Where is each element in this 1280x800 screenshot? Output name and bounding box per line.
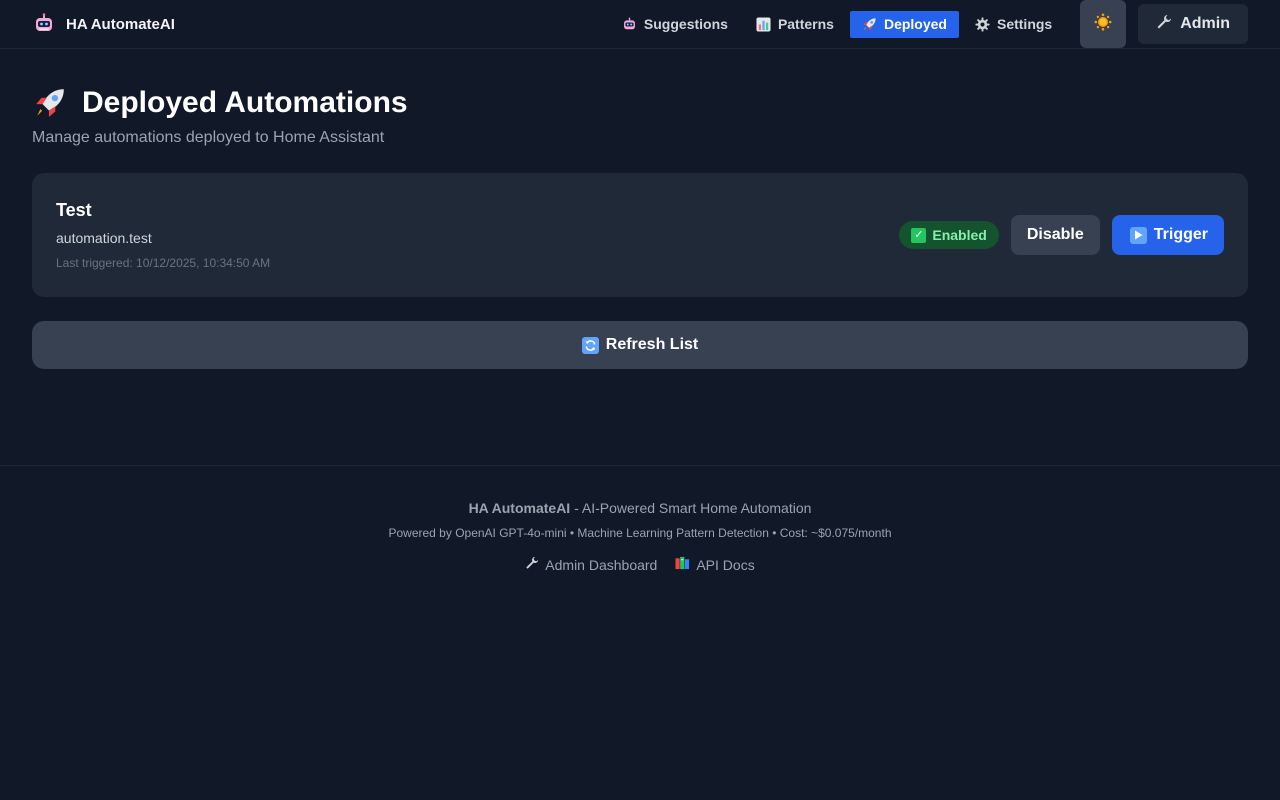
- nav-item-label: Settings: [996, 16, 1053, 32]
- wrench-icon: [525, 556, 539, 573]
- automation-actions: ✓ Enabled Disable Trigger: [899, 215, 1224, 255]
- automation-last-triggered: Last triggered: 10/12/2025, 10:34:50 AM: [56, 256, 271, 270]
- check-icon: ✓: [911, 227, 927, 243]
- admin-label: Admin: [1180, 15, 1230, 32]
- footer-link-admin-dashboard[interactable]: Admin Dashboard: [525, 556, 657, 573]
- footer-link-api-docs[interactable]: API Docs: [675, 556, 755, 573]
- trigger-button[interactable]: Trigger: [1111, 215, 1224, 255]
- automation-entity-id: automation.test: [56, 230, 152, 246]
- brand[interactable]: HA AutomateAI: [32, 12, 175, 36]
- automation-info: Test automation.test Last triggered: 10/…: [56, 200, 899, 270]
- refresh-icon: [581, 336, 599, 354]
- automation-card: Test automation.test Last triggered: 10/…: [32, 173, 1248, 297]
- wrench-icon: [1156, 14, 1172, 35]
- page-title: Deployed Automations: [32, 83, 1248, 123]
- disable-button[interactable]: Disable: [1010, 215, 1100, 255]
- robot-icon: [622, 16, 638, 32]
- bar-chart-icon: [756, 16, 772, 32]
- gear-icon: [975, 16, 991, 32]
- automation-name: Test: [56, 200, 92, 220]
- footer-tagline: HA AutomateAI - AI-Powered Smart Home Au…: [0, 500, 1280, 516]
- play-icon: [1129, 226, 1147, 244]
- footer: HA AutomateAI - AI-Powered Smart Home Au…: [0, 465, 1280, 573]
- footer-link-label: Admin Dashboard: [545, 556, 658, 573]
- footer-powered-by: Powered by OpenAI GPT-4o-mini • Machine …: [388, 526, 892, 540]
- footer-tagline-text: - AI-Powered Smart Home Automation: [570, 500, 812, 516]
- nav-item-label: Deployed: [883, 16, 947, 32]
- nav-item-deployed[interactable]: Deployed: [849, 10, 959, 38]
- refresh-list-button[interactable]: Refresh List: [32, 321, 1248, 369]
- robot-icon: [32, 12, 56, 36]
- main-nav: Suggestions Patterns Deployed Settings A…: [606, 0, 1248, 48]
- refresh-label: Refresh List: [605, 336, 699, 353]
- nav-item-suggestions[interactable]: Suggestions: [610, 11, 740, 38]
- top-navigation-bar: HA AutomateAI Suggestions Patterns Deplo…: [0, 0, 1280, 49]
- status-label: Enabled: [932, 227, 987, 243]
- nav-item-label: Suggestions: [643, 16, 728, 32]
- rocket-icon: [32, 85, 68, 121]
- footer-link-label: API Docs: [696, 556, 755, 573]
- footer-links: Admin Dashboard API Docs: [0, 556, 1280, 573]
- footer-brand: HA AutomateAI: [468, 500, 571, 516]
- status-badge: ✓ Enabled: [899, 221, 999, 249]
- brand-name: HA AutomateAI: [66, 15, 175, 33]
- books-icon: [675, 556, 690, 573]
- rocket-icon: [862, 16, 878, 32]
- trigger-label: Trigger: [1153, 226, 1208, 243]
- page-subtitle: Manage automations deployed to Home Assi…: [32, 129, 385, 146]
- admin-button[interactable]: Admin: [1138, 4, 1248, 44]
- nav-item-label: Patterns: [777, 16, 834, 32]
- page-title-text: Deployed Automations: [82, 86, 408, 119]
- theme-toggle-button[interactable]: [1080, 0, 1127, 48]
- sun-icon: [1094, 13, 1112, 36]
- nav-item-patterns[interactable]: Patterns: [744, 11, 846, 38]
- nav-item-settings[interactable]: Settings: [963, 11, 1064, 38]
- main-content: Deployed Automations Manage automations …: [0, 49, 1280, 369]
